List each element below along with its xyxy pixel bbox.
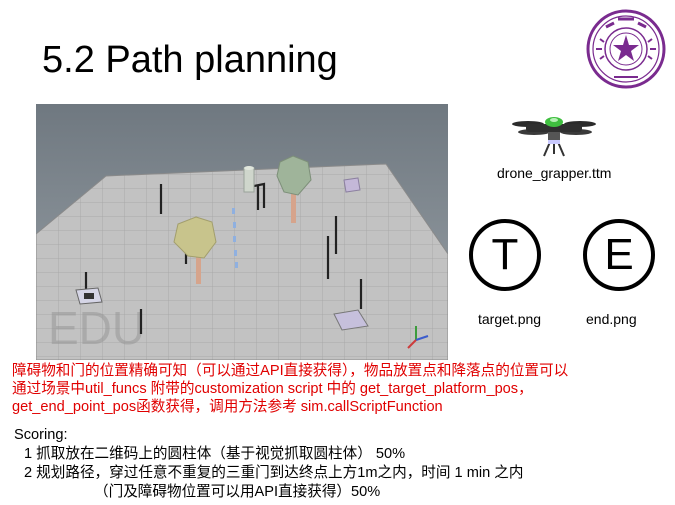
scoring-heading: Scoring:: [14, 427, 68, 443]
target-t-icon: T: [469, 219, 541, 291]
drone-model-label: drone_grapper.ttm: [497, 165, 612, 181]
note-line-3: get_end_point_pos函数获得，调用方法参考 sim.callScr…: [12, 399, 443, 415]
end-image-label: end.png: [586, 311, 637, 327]
scoring-item-1: 1 抓取放在二维码上的圆柱体（基于视觉抓取圆柱体） 50%: [24, 446, 406, 462]
end-icon-letter: E: [604, 230, 634, 279]
slide-title: 5.2 Path planning: [42, 39, 338, 81]
note-line-1: 障碍物和门的位置精确可知（可以通过API直接获得），物品放置点和降落点的位置可以: [12, 363, 569, 379]
target-icon-letter: T: [491, 230, 519, 279]
target-image-label: target.png: [478, 311, 542, 327]
scoring-section: Scoring: 1 抓取放在二维码上的圆柱体（基于视觉抓取圆柱体） 50% 2…: [14, 426, 674, 502]
end-e-icon: E: [583, 219, 655, 291]
simulation-scene-image: EDU: [36, 104, 448, 360]
note-line-2: 通过场景中util_funcs 附带的customization script …: [12, 381, 533, 397]
scoring-item-2-continuation: （门及障碍物位置可以用API直接获得）50%: [94, 484, 381, 500]
tsinghua-university-seal-icon: [586, 9, 666, 89]
red-note-text: 障碍物和门的位置精确可知（可以通过API直接获得），物品放置点和降落点的位置可以…: [12, 362, 672, 416]
scoring-item-2: 2 规划路径，穿过任意不重复的三重门到达终点上方1m之内，时间 1 min 之内: [24, 465, 524, 481]
scene-watermark: EDU: [48, 302, 145, 354]
quadcopter-drone-icon: [512, 117, 596, 157]
slide: 5.2 Path planning EDU drone_grapper.ttm …: [0, 0, 675, 505]
